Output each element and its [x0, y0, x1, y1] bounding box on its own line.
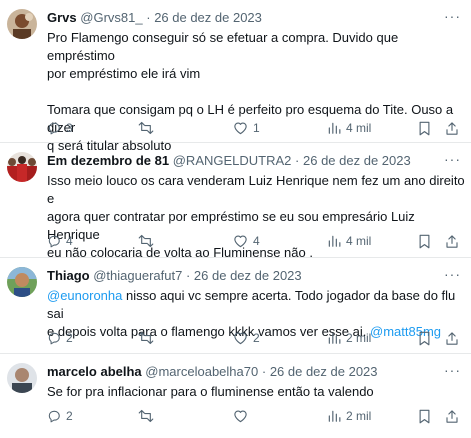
- reply-icon: [47, 331, 61, 345]
- reply-button[interactable]: 2: [47, 407, 73, 425]
- tweet-text-line: por empréstimo ele irá vim: [47, 66, 201, 81]
- like-icon: [233, 234, 248, 248]
- reply-icon: [47, 121, 61, 135]
- tweet[interactable]: Thiago @thiaguerafut7 · 26 de dez de 202…: [0, 258, 471, 354]
- tweet[interactable]: Grvs @Grvs81_ · 26 de dez de 2023 ··· Pr…: [0, 0, 471, 153]
- tweet-date[interactable]: 26 de dez de 2023: [303, 153, 411, 168]
- bookmark-icon[interactable]: [418, 407, 431, 425]
- bookmark-icon[interactable]: [418, 232, 431, 250]
- retweet-button[interactable]: [138, 407, 159, 425]
- retweet-button[interactable]: [138, 119, 159, 137]
- like-icon: [233, 121, 248, 135]
- views-icon: [327, 234, 341, 248]
- like-button[interactable]: [233, 407, 253, 425]
- separator-dot: ·: [146, 10, 151, 25]
- reply-button[interactable]: 3: [47, 119, 73, 137]
- author-handle[interactable]: @Grvs81_: [80, 10, 142, 25]
- share-icon[interactable]: [445, 407, 459, 425]
- like-button[interactable]: 1: [233, 119, 260, 137]
- reply-count: 2: [66, 331, 73, 345]
- tweet-text: Se for pra inflacionar para o fluminense…: [47, 383, 465, 401]
- tweet[interactable]: marcelo abelha @marceloabelha70 · 26 de …: [0, 354, 471, 438]
- bookmark-icon[interactable]: [418, 329, 431, 347]
- mention-link[interactable]: @eunoronha: [47, 288, 122, 303]
- tweet-text-line: @eunoronha nisso aqui vc sempre acerta. …: [47, 287, 465, 323]
- like-button[interactable]: 2: [233, 329, 260, 347]
- author-name[interactable]: Grvs: [47, 10, 77, 25]
- retweet-icon: [138, 121, 154, 135]
- like-count: 4: [253, 234, 260, 248]
- tweet-text-line: Se for pra inflacionar para o fluminense…: [47, 384, 374, 399]
- tweet[interactable]: Em dezembro de 81 @RANGELDUTRA2 · 26 de …: [0, 143, 471, 260]
- author-name[interactable]: Em dezembro de 81: [47, 153, 169, 168]
- retweet-icon: [138, 234, 154, 248]
- views-icon: [327, 409, 341, 423]
- tweet-actions: 2 2 2 mil: [47, 329, 465, 347]
- like-icon: [233, 409, 248, 423]
- views-button[interactable]: 2 mil: [327, 407, 371, 425]
- retweet-button[interactable]: [138, 329, 159, 347]
- tweet-actions: 4 4 4 mil: [47, 232, 465, 250]
- reply-button[interactable]: 2: [47, 329, 73, 347]
- reply-button[interactable]: 4: [47, 232, 73, 250]
- author-name[interactable]: marcelo abelha: [47, 364, 142, 379]
- retweet-icon: [138, 409, 154, 423]
- tweet-text-line: [47, 83, 465, 101]
- more-icon[interactable]: ···: [444, 362, 461, 378]
- tweet-actions: 2 2 mil: [47, 407, 465, 425]
- views-count: 4 mil: [346, 121, 372, 135]
- author-handle[interactable]: @RANGELDUTRA2: [173, 153, 292, 168]
- tweet-header: Em dezembro de 81 @RANGELDUTRA2 · 26 de …: [47, 153, 411, 169]
- views-count: 2 mil: [346, 331, 372, 345]
- tweet-actions: 3 1 4 mil: [47, 119, 465, 137]
- reply-count: 3: [66, 121, 73, 135]
- avatar[interactable]: [7, 9, 37, 39]
- bookmark-icon[interactable]: [418, 119, 431, 137]
- views-button[interactable]: 2 mil: [327, 329, 371, 347]
- separator-dot: ·: [295, 153, 300, 168]
- like-icon: [233, 331, 248, 345]
- tweet-date[interactable]: 26 de dez de 2023: [194, 268, 302, 283]
- separator-dot: ·: [185, 268, 191, 283]
- tweet-date[interactable]: 26 de dez de 2023: [154, 10, 262, 25]
- reply-icon: [47, 409, 61, 423]
- author-handle[interactable]: @marceloabelha70: [145, 364, 258, 379]
- retweet-icon: [138, 331, 154, 345]
- tweet-header: Grvs @Grvs81_ · 26 de dez de 2023: [47, 10, 262, 26]
- tweet-header: Thiago @thiaguerafut7 · 26 de dez de 202…: [47, 268, 302, 284]
- more-icon[interactable]: ···: [444, 266, 461, 282]
- avatar[interactable]: [7, 267, 37, 297]
- more-icon[interactable]: ···: [444, 8, 461, 24]
- like-button[interactable]: 4: [233, 232, 260, 250]
- views-count: 2 mil: [346, 409, 372, 423]
- avatar[interactable]: [7, 363, 37, 393]
- views-count: 4 mil: [346, 234, 372, 248]
- views-button[interactable]: 4 mil: [327, 232, 371, 250]
- avatar[interactable]: [7, 152, 37, 182]
- retweet-button[interactable]: [138, 232, 159, 250]
- views-icon: [327, 331, 341, 345]
- tweet-date[interactable]: 26 de dez de 2023: [270, 364, 378, 379]
- separator-dot: ·: [261, 364, 267, 379]
- views-icon: [327, 121, 341, 135]
- share-icon[interactable]: [445, 329, 459, 347]
- like-count: 1: [253, 121, 260, 135]
- tweet-feed: Grvs @Grvs81_ · 26 de dez de 2023 ··· Pr…: [0, 0, 471, 438]
- author-name[interactable]: Thiago: [47, 268, 90, 283]
- more-icon[interactable]: ···: [444, 151, 461, 167]
- like-count: 2: [253, 331, 260, 345]
- share-icon[interactable]: [445, 119, 459, 137]
- author-handle[interactable]: @thiaguerafut7: [93, 268, 182, 283]
- reply-count: 4: [66, 234, 73, 248]
- reply-count: 2: [66, 409, 73, 423]
- share-icon[interactable]: [445, 232, 459, 250]
- tweet-text-line: Pro Flamengo conseguir só se efetuar a c…: [47, 30, 399, 63]
- reply-icon: [47, 234, 61, 248]
- tweet-header: marcelo abelha @marceloabelha70 · 26 de …: [47, 364, 378, 380]
- tweet-text-line: Isso meio louco os cara venderam Luiz He…: [47, 173, 465, 206]
- views-button[interactable]: 4 mil: [327, 119, 371, 137]
